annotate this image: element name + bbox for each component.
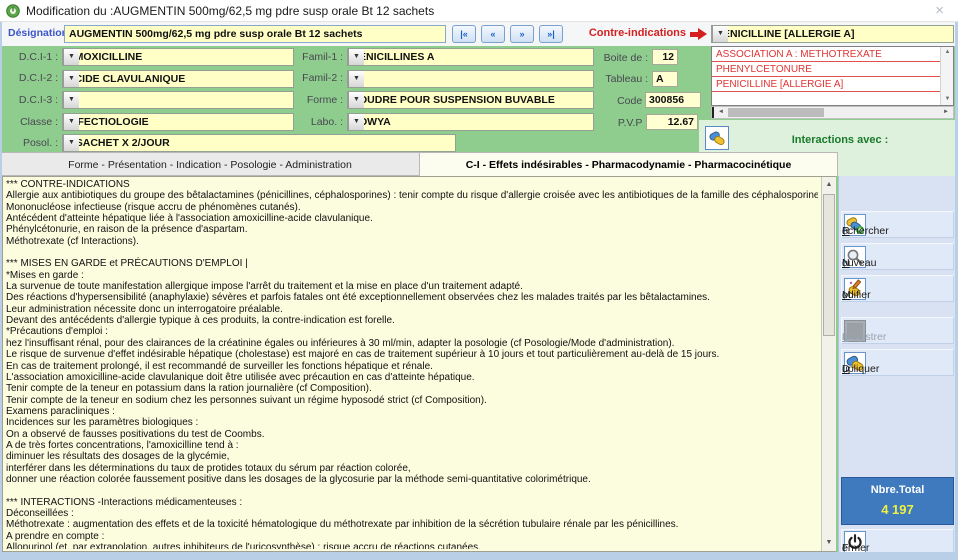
pvp-label: P.V.P :: [590, 117, 648, 129]
list-item[interactable]: PENICILLINE [ALLERGIE A]: [712, 77, 940, 92]
labo-combobox[interactable]: ADWYA▼: [347, 113, 594, 131]
window-frame-left: [0, 22, 2, 560]
enregistrer-button: Enregistrer: [841, 317, 954, 344]
close-icon[interactable]: ×: [935, 2, 944, 19]
notice-content: *** CONTRE-INDICATIONS Allergie aux anti…: [6, 179, 818, 549]
forme-combobox[interactable]: POUDRE POUR SUSPENSION BUVABLE▼: [347, 91, 594, 109]
famil2-combobox[interactable]: ▼: [347, 70, 594, 88]
list-item[interactable]: PHENYLCETONURE: [712, 62, 940, 77]
dci1-label: D.C.I-1 :: [2, 51, 58, 63]
fermer-button[interactable]: Fermer: [841, 529, 954, 554]
dropdown-icon[interactable]: ▼: [348, 49, 364, 65]
interactions-button[interactable]: [705, 126, 729, 150]
forme-label: Forme :: [298, 94, 343, 106]
notice-textarea[interactable]: *** CONTRE-INDICATIONS Allergie aux anti…: [2, 176, 836, 552]
nav-prev-button[interactable]: «: [481, 25, 505, 43]
total-panel: Nbre.Total 4 197: [841, 477, 954, 525]
boite-label: Boite de :: [590, 52, 648, 64]
nav-first-button[interactable]: |«: [452, 25, 476, 43]
dropdown-icon[interactable]: ▼: [348, 92, 364, 108]
tableau-label: Tableau :: [590, 73, 648, 85]
list-item[interactable]: ASSOCIATION A : METHOTREXATE: [712, 47, 940, 62]
list-horizontal-scrollbar[interactable]: ◄ ►: [711, 106, 954, 119]
title-bar: Modification du :AUGMENTIN 500mg/62,5 mg…: [0, 0, 958, 22]
famil2-label: Famil-2 :: [298, 72, 343, 84]
dropdown-icon[interactable]: ▼: [348, 71, 364, 87]
dropdown-icon[interactable]: ▼: [63, 71, 79, 87]
tab-strip: Forme - Présentation - Indication - Poso…: [0, 152, 838, 176]
dropdown-icon[interactable]: ▼: [63, 92, 79, 108]
dropdown-icon[interactable]: ▼: [63, 135, 79, 151]
dropdown-icon[interactable]: ▼: [63, 49, 79, 65]
window-frame-bottom: [0, 552, 958, 560]
contraindication-list[interactable]: ASSOCIATION A : METHOTREXATE PHENYLCETON…: [711, 46, 954, 106]
tableau-field[interactable]: A: [652, 71, 678, 87]
dci2-label: D.C.I-2 :: [2, 72, 58, 84]
code-label: Code :: [590, 95, 648, 107]
famil1-label: Famil-1 :: [298, 51, 343, 63]
rechercher-button[interactable]: Rechercher: [841, 211, 954, 238]
nav-next-button[interactable]: »: [510, 25, 534, 43]
total-value: 4 197: [842, 502, 953, 517]
dci1-combobox[interactable]: AMOXICILLINE▼: [62, 48, 294, 66]
scroll-right-icon[interactable]: ►: [940, 107, 952, 118]
scroll-grip: [712, 107, 714, 118]
scroll-down-icon[interactable]: ▼: [822, 535, 836, 550]
contraindications-label: Contre-indications: [560, 27, 686, 39]
total-label: Nbre.Total: [842, 484, 953, 496]
scroll-left-icon[interactable]: ◄: [715, 107, 727, 118]
dropdown-icon[interactable]: ▼: [63, 114, 79, 130]
dci3-label: D.C.I-3 :: [2, 94, 58, 106]
pvp-field[interactable]: 12.67: [646, 114, 698, 130]
designation-input[interactable]: AUGMENTIN 500mg/62,5 mg pdre susp orale …: [64, 25, 446, 43]
scroll-down-icon[interactable]: ▼: [941, 94, 954, 104]
interactions-label: Interactions avec :: [731, 134, 949, 146]
right-arrow-icon: [690, 32, 698, 37]
scroll-up-icon[interactable]: ▲: [941, 47, 954, 57]
app-window: Modification du :AUGMENTIN 500mg/62,5 mg…: [0, 0, 958, 560]
window-title: Modification du :AUGMENTIN 500mg/62,5 mg…: [26, 4, 434, 18]
app-icon: [6, 4, 20, 18]
labo-label: Labo. :: [298, 116, 343, 128]
tab-forme-presentation[interactable]: Forme - Présentation - Indication - Poso…: [0, 152, 420, 176]
list-vertical-scrollbar[interactable]: ▲ ▼: [940, 47, 953, 105]
notice-vertical-scrollbar[interactable]: ▲ ▼: [821, 177, 836, 551]
dropdown-icon[interactable]: ▼: [348, 114, 364, 130]
posol-combobox[interactable]: 1 SACHET X 2/JOUR▼: [62, 134, 456, 152]
classe-combobox[interactable]: INFECTIOLOGIE▼: [62, 113, 294, 131]
contraindications-combobox[interactable]: PENICILLINE [ALLERGIE A]▼: [711, 25, 954, 43]
boite-field[interactable]: 12: [652, 49, 678, 65]
code-field[interactable]: 300856: [645, 92, 701, 108]
dupliquer-button[interactable]: Dupliquer: [841, 349, 954, 376]
modifier-button[interactable]: Modifier: [841, 275, 954, 302]
dci2-combobox[interactable]: ACIDE CLAVULANIQUE▼: [62, 70, 294, 88]
tab-ci-effets[interactable]: C-I - Effets indésirables - Pharmacodyna…: [420, 152, 838, 176]
classe-label: Classe :: [2, 116, 58, 128]
pills-icon: [708, 129, 726, 147]
scroll-thumb[interactable]: [823, 194, 835, 336]
dropdown-icon[interactable]: ▼: [712, 26, 728, 42]
nouveau-button[interactable]: Nouveau: [841, 243, 954, 270]
posol-label: Posol. :: [2, 137, 58, 149]
famil1-combobox[interactable]: PÉNICILLINES A▼: [347, 48, 594, 66]
scroll-up-icon[interactable]: ▲: [822, 177, 836, 192]
scroll-thumb[interactable]: [728, 108, 824, 117]
dci3-combobox[interactable]: ▼: [62, 91, 294, 109]
